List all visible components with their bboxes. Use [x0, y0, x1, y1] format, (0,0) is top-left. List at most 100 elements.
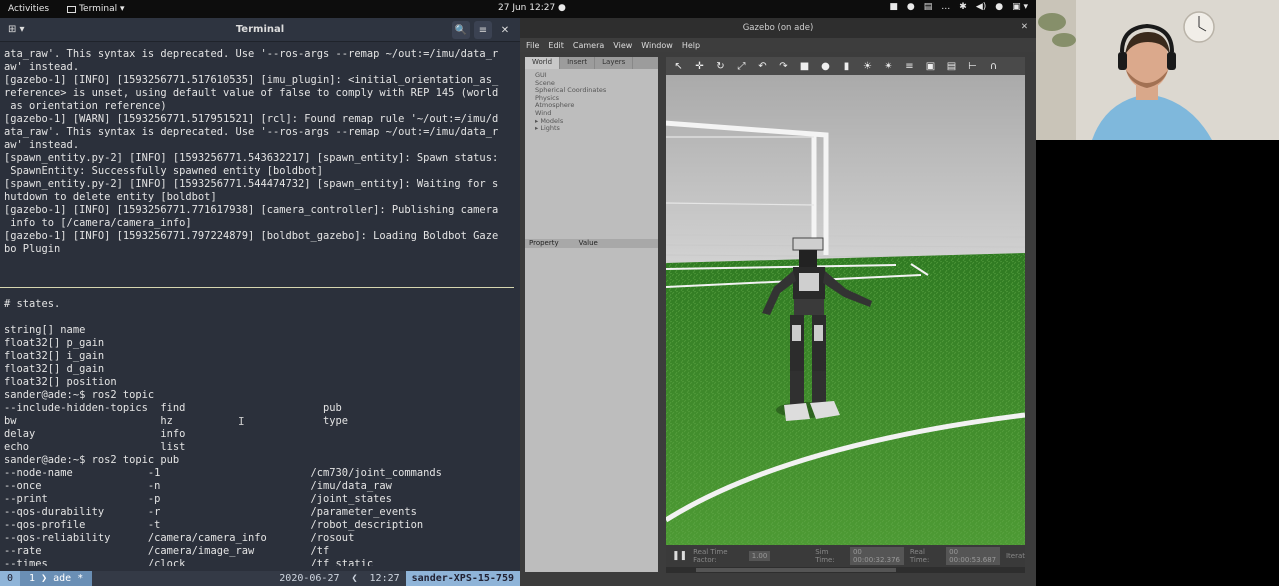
mic-icon[interactable]: ●: [995, 2, 1003, 12]
battery-icon[interactable]: ▣ ▾: [1012, 2, 1028, 12]
menu-edit[interactable]: Edit: [548, 41, 564, 50]
chevron-left-icon: ❮: [351, 573, 358, 584]
scrollbar-thumb[interactable]: [696, 568, 896, 572]
tray-icon[interactable]: ▤: [924, 2, 933, 12]
tab-layers[interactable]: Layers: [595, 57, 634, 69]
close-icon[interactable]: ✕: [496, 21, 514, 39]
status-session[interactable]: 0: [0, 571, 21, 586]
terminal-line: float32[] position: [4, 376, 117, 388]
terminal-line: --qos-reliability /camera/camera_info /r…: [4, 532, 355, 544]
terminal-line: [gazebo-1] [INFO] [1593256771.771617938]…: [4, 204, 499, 216]
tab-world[interactable]: World: [525, 57, 561, 69]
toolbar-tool-icon[interactable]: ↖: [670, 61, 687, 72]
system-tray[interactable]: ■ ● ▤ … ✱ ◀) ● ▣ ▾: [889, 2, 1028, 12]
toolbar-tool-icon[interactable]: ⤢: [733, 61, 750, 72]
sim-time-value: 00 00:00:32.376: [849, 547, 904, 565]
terminal-line: float32[] p_gain: [4, 337, 105, 349]
toolbar-tool-icon[interactable]: ↻: [712, 61, 729, 72]
menu-camera[interactable]: Camera: [573, 41, 604, 50]
search-icon[interactable]: 🔍: [452, 21, 470, 39]
toolbar-tool-icon[interactable]: ↶: [754, 61, 771, 72]
terminal-line: [gazebo-1] [INFO] [1593256771.517610535]…: [4, 74, 499, 86]
toolbar-tool-icon[interactable]: ≡: [901, 61, 918, 72]
toolbar-tool-icon[interactable]: ✛: [691, 61, 708, 72]
terminal-line: --qos-durability -r /parameter_events: [4, 506, 417, 518]
terminal-line: --print -p /joint_states: [4, 493, 392, 505]
tray-icon[interactable]: ●: [907, 2, 915, 12]
pane-divider[interactable]: [0, 287, 514, 288]
tree-item-lights[interactable]: ▸ Lights: [535, 125, 648, 133]
toolbar-tool-icon[interactable]: ▣: [922, 61, 939, 72]
terminal-line: [spawn_entity.py-2] [INFO] [1593256771.5…: [4, 178, 499, 190]
terminal-line: ata_raw'. This syntax is deprecated. Use…: [4, 48, 499, 60]
terminal-line: ata_raw'. This syntax is deprecated. Use…: [4, 126, 499, 138]
status-time: 12:27: [369, 573, 400, 584]
gazebo-menubar: File Edit Camera View Window Help: [520, 38, 1036, 52]
volume-icon[interactable]: ◀): [976, 2, 986, 12]
pause-icon[interactable]: ❚❚: [672, 551, 687, 561]
terminal-line: bw hz type: [4, 415, 349, 427]
toolbar-tool-icon[interactable]: ✴: [880, 61, 897, 72]
terminal-line: --include-hidden-topics find pub: [4, 402, 342, 414]
real-time-label: Real Time:: [909, 548, 930, 564]
status-date: 2020-06-27: [279, 573, 340, 584]
terminal-line: aw' instead.: [4, 139, 80, 151]
sim-status-bar: ❚❚ Real Time Factor: 1.00 Sim Time: 00 0…: [666, 545, 1025, 567]
activities-button[interactable]: Activities: [8, 4, 49, 14]
scene-render: [666, 75, 1025, 545]
tab-insert[interactable]: Insert: [560, 57, 596, 69]
bluetooth-icon[interactable]: ✱: [959, 2, 967, 12]
terminal-line: --qos-profile -t /robot_description: [4, 519, 424, 531]
terminal-line: [spawn_entity.py-2] [INFO] [1593256771.5…: [4, 152, 499, 164]
3d-viewport[interactable]: [666, 75, 1025, 545]
tray-icon[interactable]: ■: [889, 2, 898, 12]
terminal-pane-bottom[interactable]: # states. string[] name float32[] p_gain fl…: [4, 298, 514, 566]
terminal-line: float32[] i_gain: [4, 350, 105, 362]
rtf-label: Real Time Factor:: [693, 548, 728, 564]
terminal-line: [gazebo-1] [WARN] [1593256771.517951521]…: [4, 113, 499, 125]
tree-item-atmosphere[interactable]: Atmosphere: [535, 102, 648, 110]
app-menu[interactable]: Terminal ▾: [67, 4, 124, 14]
world-tree: GUI Scene Spherical Coordinates Physics …: [525, 69, 658, 136]
horizontal-scrollbar[interactable]: [666, 567, 1025, 573]
menu-window[interactable]: Window: [641, 41, 673, 50]
gazebo-titlebar: Gazebo (on ade) ✕: [520, 18, 1036, 38]
terminal-line: # states.: [4, 298, 61, 310]
app-menu-label: Terminal ▾: [79, 4, 125, 14]
toolbar-tool-icon[interactable]: ▮: [838, 61, 855, 72]
terminal-line: bo Plugin: [4, 243, 61, 255]
property-column: Property: [529, 239, 559, 247]
tray-icon[interactable]: …: [941, 2, 950, 12]
toolbar-tool-icon[interactable]: ⊢: [964, 61, 981, 72]
desktop: Activities Terminal ▾ 27 Jun 12:27 ● ■ ●…: [0, 0, 1279, 586]
terminal-line: sander@ade:~$ ros2 topic: [4, 389, 155, 401]
terminal-pane-top[interactable]: ata_raw'. This syntax is deprecated. Use…: [4, 48, 514, 278]
terminal-line: --once -n /imu/data_raw: [4, 480, 392, 492]
terminal-app-icon: [67, 5, 77, 13]
menu-help[interactable]: Help: [682, 41, 700, 50]
terminal-line: --rate /camera/image_raw /tf: [4, 545, 330, 557]
close-icon[interactable]: ✕: [1021, 22, 1028, 32]
toolbar-tool-icon[interactable]: ●: [817, 61, 834, 72]
terminal-line: sander@ade:~$ ros2 topic pub: [4, 454, 180, 466]
terminal-line: echo list: [4, 441, 186, 453]
toolbar-tool-icon[interactable]: ∩: [985, 61, 1002, 72]
status-window[interactable]: 1 ❯ ade *: [20, 571, 93, 586]
toolbar-tool-icon[interactable]: ↷: [775, 61, 792, 72]
sim-time-label: Sim Time:: [815, 548, 835, 564]
menu-file[interactable]: File: [526, 41, 539, 50]
status-host: sander-XPS-15-759: [405, 571, 520, 586]
gazebo-window: Gazebo (on ade) ✕ File Edit Camera View …: [520, 18, 1036, 586]
real-time-value: 00 00:00:53.687: [946, 547, 1000, 565]
terminal-line: SpawnEntity: Successfully spawned entity…: [4, 165, 324, 177]
toolbar-tool-icon[interactable]: ▤: [943, 61, 960, 72]
hamburger-menu-icon[interactable]: ≡: [474, 21, 492, 39]
menu-view[interactable]: View: [613, 41, 632, 50]
terminal-line: hutdown to delete entity [boldbot]: [4, 191, 217, 203]
gnome-top-bar: Activities Terminal ▾ 27 Jun 12:27 ● ■ ●…: [0, 0, 1036, 18]
toolbar-tool-icon[interactable]: ■: [796, 61, 813, 72]
toolbar-tool-icon[interactable]: ☀: [859, 61, 876, 72]
clock[interactable]: 27 Jun 12:27 ●: [498, 3, 566, 13]
terminal-line: as orientation reference): [4, 100, 167, 112]
